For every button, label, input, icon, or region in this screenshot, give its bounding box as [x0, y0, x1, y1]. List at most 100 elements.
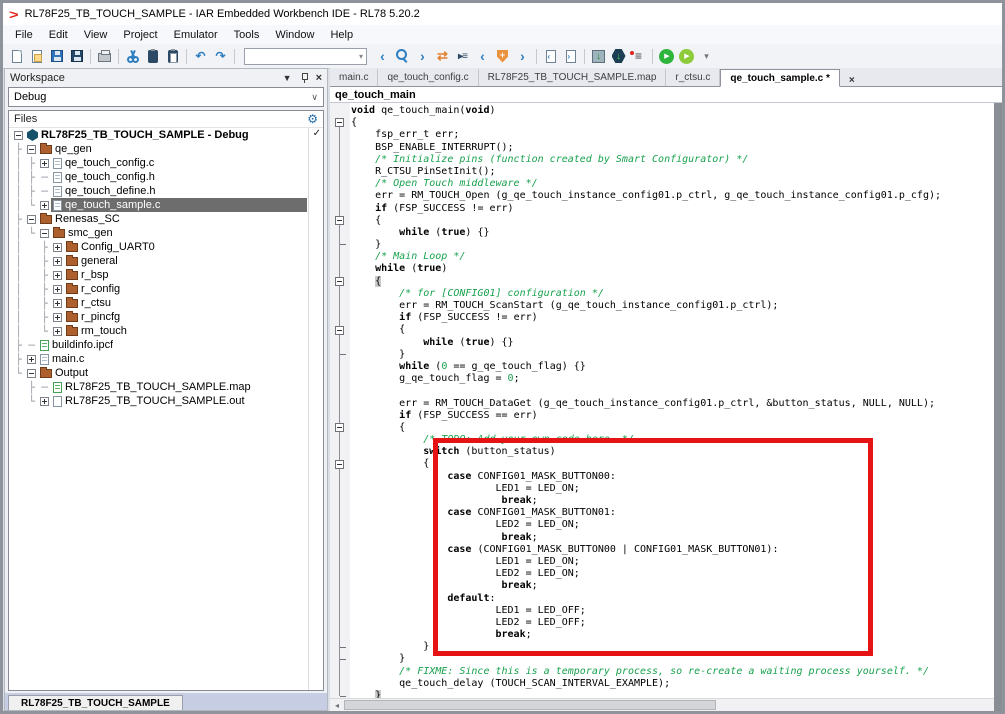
- undo-icon[interactable]: ↶: [191, 47, 210, 66]
- tree-item[interactable]: │├r_config: [9, 282, 323, 296]
- collapse-icon[interactable]: [14, 131, 23, 140]
- workspace-close-icon[interactable]: ×: [316, 72, 322, 84]
- code-area[interactable]: void qe_touch_main(void){ fsp_err_t err;…: [330, 103, 1002, 711]
- collapse-icon[interactable]: [27, 369, 36, 378]
- tree-item-body: qe_touch_config.c: [51, 156, 307, 170]
- expand-icon[interactable]: [53, 271, 62, 280]
- workspace-project-tab[interactable]: RL78F25_TB_TOUCH_SAMPLE: [8, 695, 183, 710]
- tree-item[interactable]: │└smc_gen: [9, 226, 323, 240]
- tree-item[interactable]: │├r_bsp: [9, 268, 323, 282]
- swap-arrows-icon[interactable]: ⇄: [433, 47, 452, 66]
- tree-item[interactable]: │├─qe_touch_config.h: [9, 170, 323, 184]
- expand-icon[interactable]: [53, 299, 62, 308]
- tree-item[interactable]: │├qe_touch_config.c: [9, 156, 323, 170]
- previous-bookmark-icon[interactable]: ‹: [473, 47, 492, 66]
- checkmark-icon: ✓: [313, 128, 321, 139]
- tree-item[interactable]: ├Renesas_SC: [9, 212, 323, 226]
- tree-item[interactable]: └Output: [9, 366, 323, 380]
- editor-tab[interactable]: qe_touch_config.c: [378, 69, 478, 86]
- find-previous-icon[interactable]: ‹: [373, 47, 392, 66]
- horizontal-scrollbar[interactable]: ◂: [330, 698, 994, 711]
- expand-icon[interactable]: [40, 159, 49, 168]
- expand-icon[interactable]: [53, 257, 62, 266]
- expand-icon[interactable]: [53, 285, 62, 294]
- tree-item[interactable]: ├─buildinfo.ipcf: [9, 338, 323, 352]
- horizontal-scroll-thumb[interactable]: [344, 700, 716, 710]
- tree-item[interactable]: │└rm_touch: [9, 324, 323, 338]
- expand-icon[interactable]: [40, 397, 49, 406]
- menu-item-view[interactable]: View: [76, 27, 116, 43]
- editor-tab[interactable]: RL78F25_TB_TOUCH_SAMPLE.map: [479, 69, 667, 86]
- save-icon[interactable]: [47, 47, 66, 66]
- print-icon[interactable]: [95, 47, 114, 66]
- gear-icon[interactable]: ⚙: [307, 112, 318, 126]
- previous-document-icon[interactable]: ‹: [541, 47, 560, 66]
- search-combobox[interactable]: ▾: [244, 48, 367, 65]
- expand-icon[interactable]: [53, 243, 62, 252]
- tab-close-icon[interactable]: ×: [840, 75, 864, 86]
- breakpoint-shield-icon[interactable]: +: [493, 47, 512, 66]
- tree-item[interactable]: │├general: [9, 254, 323, 268]
- next-document-icon[interactable]: ›: [561, 47, 580, 66]
- redo-icon[interactable]: ↷: [211, 47, 230, 66]
- toolbar-overflow-icon[interactable]: ▾: [697, 47, 716, 66]
- vertical-scrollbar[interactable]: [994, 103, 1002, 711]
- tree-item[interactable]: │├r_pincfg: [9, 310, 323, 324]
- menu-item-project[interactable]: Project: [115, 27, 165, 43]
- fold-collapse-icon[interactable]: [335, 460, 344, 469]
- fold-collapse-icon[interactable]: [335, 423, 344, 432]
- editor-tab[interactable]: r_ctsu.c: [666, 69, 720, 86]
- fold-collapse-icon[interactable]: [335, 118, 344, 127]
- collapse-icon[interactable]: [27, 145, 36, 154]
- tree-item[interactable]: │├Config_UART0: [9, 240, 323, 254]
- fold-collapse-icon[interactable]: [335, 277, 344, 286]
- menu-item-emulator[interactable]: Emulator: [166, 27, 226, 43]
- code-line: g_qe_touch_flag = 0;: [351, 373, 994, 385]
- menu-item-tools[interactable]: Tools: [226, 27, 268, 43]
- run-icon[interactable]: ▶: [657, 47, 676, 66]
- editor-tab[interactable]: qe_touch_sample.c *: [720, 69, 839, 87]
- collapse-icon[interactable]: [27, 215, 36, 224]
- tree-item[interactable]: │├─qe_touch_define.h: [9, 184, 323, 198]
- save-all-icon[interactable]: [67, 47, 86, 66]
- menu-item-help[interactable]: Help: [322, 27, 361, 43]
- scroll-left-icon[interactable]: ◂: [330, 701, 344, 710]
- open-document-icon[interactable]: [27, 47, 46, 66]
- expand-icon[interactable]: [40, 201, 49, 210]
- debug-without-download-icon[interactable]: ▶: [677, 47, 696, 66]
- tree-item[interactable]: ├─RL78F25_TB_TOUCH_SAMPLE.map: [9, 380, 323, 394]
- tree-item[interactable]: │└qe_touch_sample.c: [9, 198, 323, 212]
- find-next-icon[interactable]: ›: [413, 47, 432, 66]
- menu-item-window[interactable]: Window: [267, 27, 322, 43]
- menu-item-edit[interactable]: Edit: [41, 27, 76, 43]
- tree-item[interactable]: RL78F25_TB_TOUCH_SAMPLE - Debug✓: [9, 128, 323, 142]
- fold-collapse-icon[interactable]: [335, 216, 344, 225]
- editor-tab[interactable]: main.c: [330, 69, 378, 86]
- cut-icon[interactable]: [123, 47, 142, 66]
- code-line: {: [351, 324, 994, 336]
- tree-guide: │: [12, 171, 25, 184]
- pin-icon[interactable]: [300, 73, 308, 83]
- download-and-debug-icon[interactable]: ↓: [609, 47, 628, 66]
- download-icon[interactable]: ↓: [589, 47, 608, 66]
- tree-item[interactable]: │├r_ctsu: [9, 296, 323, 310]
- menu-item-file[interactable]: File: [7, 27, 41, 43]
- tree-item[interactable]: └RL78F25_TB_TOUCH_SAMPLE.out: [9, 394, 323, 408]
- paste-icon[interactable]: [163, 47, 182, 66]
- expand-icon[interactable]: [53, 313, 62, 322]
- search-icon[interactable]: [393, 47, 412, 66]
- expand-icon[interactable]: [27, 355, 36, 364]
- fold-margin[interactable]: [330, 103, 350, 698]
- workspace-menu-icon[interactable]: ▼: [283, 73, 292, 83]
- expand-icon[interactable]: [53, 327, 62, 336]
- copy-icon[interactable]: [143, 47, 162, 66]
- next-bookmark-icon[interactable]: ›: [513, 47, 532, 66]
- tree-item[interactable]: ├qe_gen: [9, 142, 323, 156]
- build-config-select[interactable]: Debug ∨: [8, 87, 324, 107]
- collapse-icon[interactable]: [40, 229, 49, 238]
- debug-list-icon[interactable]: ≡: [629, 47, 648, 66]
- fold-collapse-icon[interactable]: [335, 326, 344, 335]
- tree-item[interactable]: ├main.c: [9, 352, 323, 366]
- goto-list-icon[interactable]: ▸≡: [453, 47, 472, 66]
- new-document-icon[interactable]: [7, 47, 26, 66]
